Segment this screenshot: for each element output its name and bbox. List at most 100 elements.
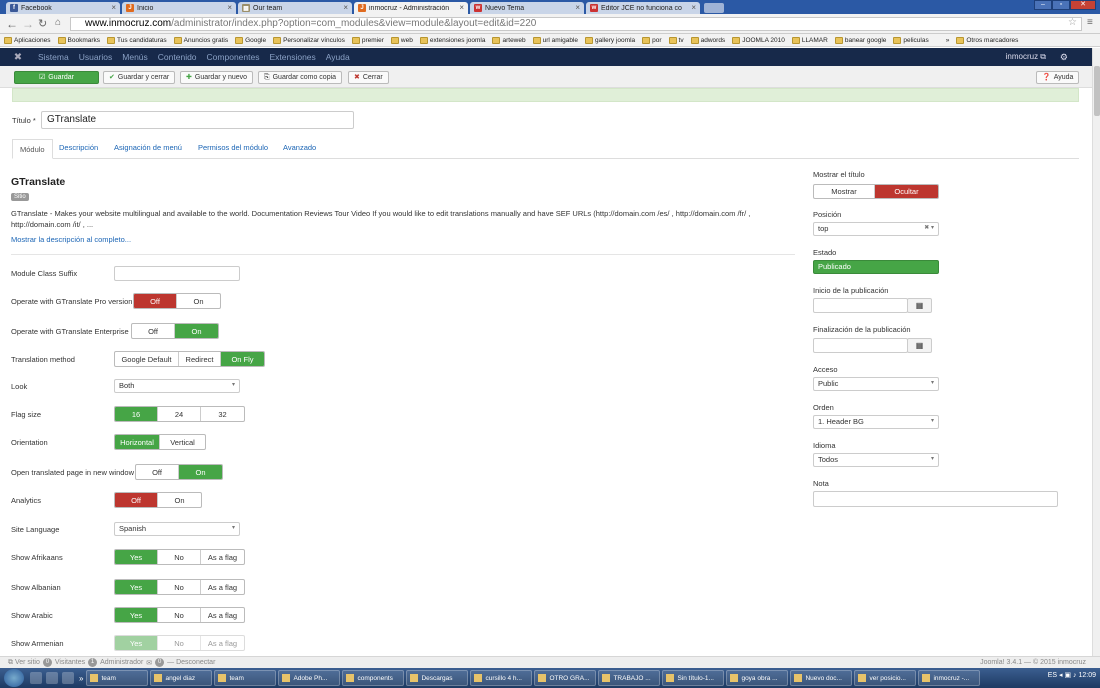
option-16[interactable]: 16 (115, 407, 158, 421)
save-new-button[interactable]: ✚ Guardar y nuevo (180, 71, 254, 84)
admin-menu-ayuda[interactable]: Ayuda (326, 52, 350, 62)
bookmark-bookmarks[interactable]: Bookmarks (57, 36, 100, 44)
bookmark-tv[interactable]: tv (668, 36, 684, 44)
option-yes[interactable]: Yes (115, 608, 158, 622)
minimize-icon[interactable]: – (1034, 0, 1052, 10)
bookmark-gallery-joomla[interactable]: gallery joomla (585, 36, 635, 44)
gear-icon[interactable]: ⚙ (1060, 52, 1068, 63)
option-as-a-flag[interactable]: As a flag (201, 550, 244, 564)
taskbar-item[interactable]: angel diaz (150, 670, 213, 686)
bookmark-peliculas[interactable]: peliculas (893, 36, 929, 44)
close-tab-icon[interactable]: × (459, 3, 464, 12)
new-tab-button[interactable] (704, 3, 724, 13)
tab-module[interactable]: Módulo (12, 139, 53, 159)
position-select[interactable]: top ✖ ▾ (813, 222, 939, 236)
option-32[interactable]: 32 (201, 407, 244, 421)
bookmark-web[interactable]: web (390, 36, 413, 44)
note-input[interactable] (813, 491, 1058, 507)
calendar-icon[interactable]: ▦ (907, 298, 932, 313)
option-24[interactable]: 24 (158, 407, 201, 421)
bookmark-anuncios-gratis[interactable]: Anuncios gratis (173, 36, 228, 44)
bookmark-tus-candidaturas[interactable]: Tus candidaturas (107, 36, 167, 44)
order-select[interactable]: 1. Header BG ▾ (813, 415, 939, 429)
option-as-a-flag[interactable]: As a flag (201, 636, 244, 650)
taskbar-item[interactable]: Descargas (406, 670, 469, 686)
option-off[interactable]: Off (115, 493, 158, 507)
publish-down-input[interactable] (813, 338, 908, 353)
home-icon[interactable]: ⌂ (55, 17, 61, 28)
access-select[interactable]: Public ▾ (813, 377, 939, 391)
bookmark-joomla-2010[interactable]: JOOMLA 2010 (732, 36, 785, 44)
option-vertical[interactable]: Vertical (160, 435, 205, 449)
taskbar-item[interactable]: Sin título-1... (662, 670, 725, 686)
chevron-right-icon[interactable]: » (79, 674, 83, 683)
scrollbar-thumb[interactable] (1094, 66, 1100, 116)
close-button[interactable]: ✖ Cerrar (348, 71, 389, 84)
option-no[interactable]: No (158, 636, 201, 650)
admin-menu-menus[interactable]: Menús (122, 52, 148, 62)
browser-tab[interactable]: J Inicio × (122, 2, 236, 14)
bookmark-google[interactable]: Google (235, 36, 266, 44)
bookmark-llamar[interactable]: LLAMAR (791, 36, 828, 44)
taskbar-item[interactable]: cursillo 4 h... (470, 670, 533, 686)
close-tab-icon[interactable]: × (111, 3, 116, 12)
bookmark-arteweb[interactable]: arteweb (492, 36, 526, 44)
other-bookmarks[interactable]: Otros marcadores (956, 36, 1018, 44)
bookmark-adwords[interactable]: adwords (690, 36, 725, 44)
show-title-hide-option[interactable]: Ocultar (875, 185, 938, 198)
back-icon[interactable]: ← (6, 17, 18, 31)
option-on[interactable]: On (177, 294, 220, 308)
select-look[interactable]: Both ▾ (114, 379, 240, 393)
option-yes[interactable]: Yes (115, 550, 158, 564)
taskbar-item[interactable]: goya obra ... (726, 670, 789, 686)
option-redirect[interactable]: Redirect (179, 352, 221, 366)
bookmarks-more-button[interactable]: » (946, 37, 950, 44)
module-class-suffix-input[interactable] (114, 266, 240, 281)
taskbar-item[interactable]: inmocruz -... (918, 670, 981, 686)
option-on[interactable]: On (158, 493, 201, 507)
tab-menu-assignment[interactable]: Asignación de menú (114, 143, 182, 152)
option-google-default[interactable]: Google Default (115, 352, 179, 366)
close-tab-icon[interactable]: × (343, 3, 348, 12)
option-horizontal[interactable]: Horizontal (115, 435, 160, 449)
option-no[interactable]: No (158, 580, 201, 594)
option-on[interactable]: On (175, 324, 218, 338)
select-site-language[interactable]: Spanish ▾ (114, 522, 240, 536)
admin-menu-extensiones[interactable]: Extensiones (269, 52, 315, 62)
option-yes[interactable]: Yes (115, 580, 158, 594)
taskbar-item[interactable]: team (214, 670, 277, 686)
start-button[interactable] (4, 669, 24, 687)
page-scrollbar[interactable] (1092, 48, 1100, 656)
show-full-description-link[interactable]: Mostrar la descripción al completo... (11, 235, 131, 244)
bookmark-por[interactable]: por (642, 36, 662, 44)
taskbar-item[interactable]: ver posicio... (854, 670, 917, 686)
option-no[interactable]: No (158, 608, 201, 622)
browser-tab[interactable]: w Nuevo Tema × (470, 2, 584, 14)
bookmark-aplicaciones[interactable]: Aplicaciones (4, 36, 51, 44)
tab-advanced[interactable]: Avanzado (283, 143, 316, 152)
browser-tab[interactable]: ▦ Our team × (238, 2, 352, 14)
taskbar-item[interactable]: Adobe Ph... (278, 670, 341, 686)
browser-tab[interactable]: w Editor JCE no funciona co × (586, 2, 700, 14)
save-copy-button[interactable]: ⎘ Guardar como copia (258, 71, 343, 84)
language-select[interactable]: Todos ▾ (813, 453, 939, 467)
taskbar-item[interactable]: team (86, 670, 149, 686)
option-off[interactable]: Off (134, 294, 177, 308)
title-input[interactable]: GTranslate (41, 111, 354, 129)
publish-up-input[interactable] (813, 298, 908, 313)
joomla-logo-icon[interactable]: ✖ (8, 52, 28, 63)
logout-link[interactable]: — Desconectar (167, 659, 215, 666)
close-window-icon[interactable]: ✕ (1070, 0, 1096, 10)
admin-menu-usuarios[interactable]: Usuarios (79, 52, 113, 62)
admin-menu-componentes[interactable]: Componentes (207, 52, 260, 62)
site-link[interactable]: inmocruz ⧉ (1006, 52, 1046, 62)
taskbar-item[interactable]: TRABAJO ... (598, 670, 661, 686)
quicklaunch-icon[interactable] (62, 672, 74, 684)
option-off[interactable]: Off (136, 465, 179, 479)
maximize-icon[interactable]: ▫ (1052, 0, 1070, 10)
input-language[interactable]: ES (1048, 672, 1057, 679)
option-off[interactable]: Off (132, 324, 175, 338)
close-tab-icon[interactable]: × (227, 3, 232, 12)
status-select[interactable]: Publicado (813, 260, 939, 274)
reload-icon[interactable]: ↻ (38, 17, 47, 30)
